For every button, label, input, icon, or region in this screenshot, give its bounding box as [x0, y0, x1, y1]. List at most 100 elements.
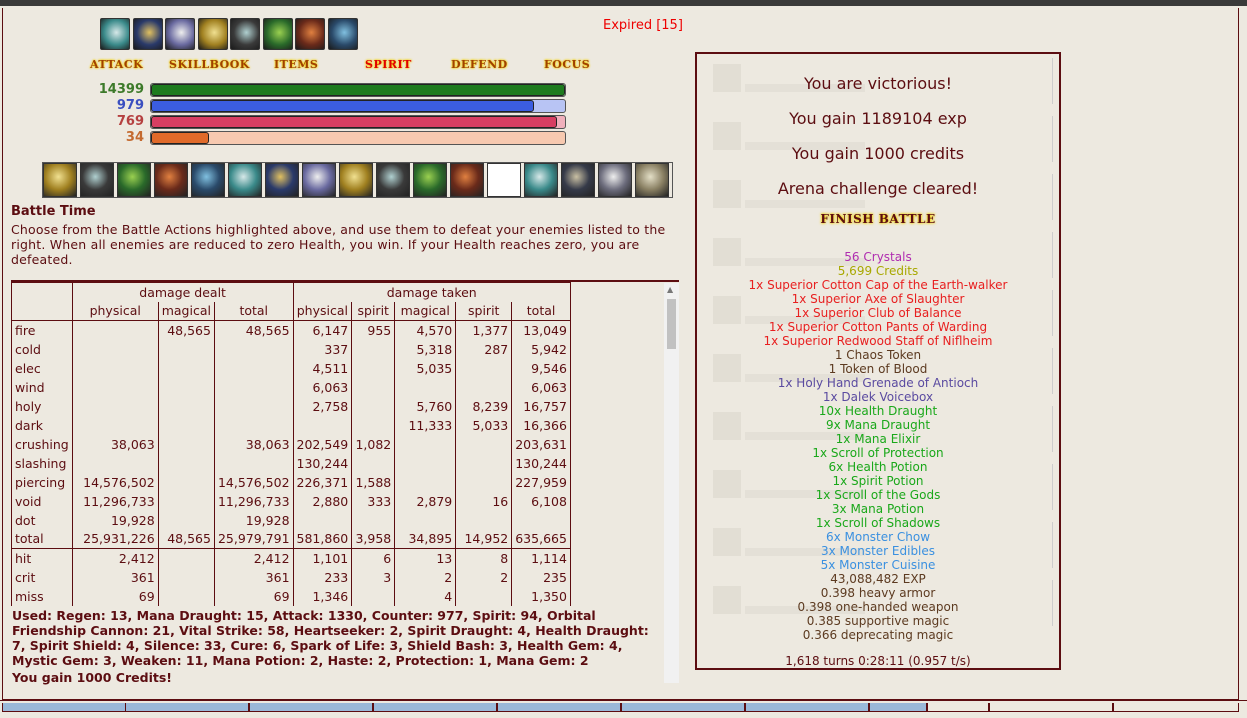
overcharge-bar — [150, 131, 566, 145]
cell: 38,063 — [71, 434, 159, 454]
regen-icon[interactable] — [100, 18, 130, 50]
cell — [213, 415, 294, 435]
cell: 635,665 — [511, 529, 571, 549]
skill-10-icon[interactable] — [376, 163, 410, 197]
drop-item: 1x Superior Cotton Cap of the Earth-walk… — [748, 278, 1008, 292]
menu-focus[interactable]: FOCUS — [544, 58, 590, 71]
skill-17-icon[interactable] — [635, 163, 669, 197]
cell: 3 — [351, 567, 395, 587]
cell: 287 — [455, 339, 512, 359]
cell: 203,631 — [511, 434, 571, 454]
cell: 235 — [511, 567, 571, 587]
haste-icon[interactable] — [197, 18, 228, 50]
cell: 48,565 — [157, 320, 215, 340]
table-row: slashing 130,244 130,244 — [11, 453, 571, 473]
cell: 16 — [455, 491, 512, 511]
cell: 130,244 — [511, 453, 571, 473]
cell: 5,760 — [394, 396, 456, 416]
spirit-value: 769 — [116, 114, 144, 129]
menu-skillbook[interactable]: SKILLBOOK — [169, 58, 250, 71]
overcharge-value: 34 — [125, 130, 144, 145]
column-header: total — [213, 301, 294, 321]
cell — [455, 453, 512, 473]
table-row: total 25,931,226 48,565 25,979,791 581,860 3,… — [11, 529, 571, 549]
skill-6-icon[interactable] — [228, 163, 262, 197]
cell — [511, 510, 571, 530]
magic-bar — [150, 99, 566, 113]
log-scrollbar[interactable]: ▲ — [664, 283, 679, 683]
cell — [213, 339, 294, 359]
cell: 6,063 — [292, 377, 352, 397]
drop-item: 0.385 supportive magic — [806, 614, 950, 628]
menu-items[interactable]: ITEMS — [274, 58, 318, 71]
menu-spirit[interactable]: SPIRIT — [365, 58, 412, 71]
table-corner — [11, 282, 73, 302]
monster-bar-ghost — [745, 200, 865, 208]
cell — [71, 339, 159, 359]
skill-2-icon[interactable] — [80, 163, 114, 197]
cell — [455, 472, 512, 492]
skill-11-icon[interactable] — [413, 163, 447, 197]
cell: 955 — [351, 320, 395, 340]
cell — [292, 510, 352, 530]
cell: 337 — [292, 339, 352, 359]
table-row: hit 2,412 2,412 1,101 6 13 8 1,114 — [11, 548, 571, 568]
drop-item: 1x Superior Cotton Pants of Warding — [768, 320, 988, 334]
cell: 4,511 — [292, 358, 352, 378]
cell — [157, 510, 215, 530]
cell: 1,350 — [511, 586, 571, 606]
skill-9-icon[interactable] — [339, 163, 373, 197]
drop-item: 0.366 deprecating magic — [802, 628, 954, 642]
table-row: cold 337 5,318 287 5,942 — [11, 339, 571, 359]
skill-3-icon[interactable] — [117, 163, 151, 197]
skill-4-icon[interactable] — [154, 163, 188, 197]
column-header: magical — [394, 301, 456, 321]
cell — [455, 358, 512, 378]
cell: 16,757 — [511, 396, 571, 416]
drop-item: 10x Health Draught — [818, 404, 938, 418]
protection-icon[interactable] — [165, 18, 195, 50]
cell — [351, 415, 395, 435]
scroll-thumb[interactable] — [667, 299, 676, 349]
drop-item: 1x Holy Hand Grenade of Antioch — [777, 376, 979, 390]
cell: 5,035 — [394, 358, 456, 378]
spark-icon[interactable] — [132, 18, 163, 50]
progress-segment — [869, 703, 927, 712]
menu-defend[interactable]: DEFEND — [451, 58, 508, 71]
absorb-icon[interactable] — [327, 18, 358, 50]
drop-list: 56 Crystals 5,699 Credits 1x Superior Cott… — [697, 250, 1059, 642]
skill-16-icon[interactable] — [598, 163, 632, 197]
cell: 69 — [71, 586, 159, 606]
cell — [157, 415, 215, 435]
spirit-shield-icon[interactable] — [262, 18, 293, 50]
victory-panel: You are victorious! You gain 1189104 exp… — [695, 52, 1061, 670]
cell: 16,366 — [511, 415, 571, 435]
skill-14-icon[interactable] — [524, 163, 558, 197]
row-label: dot — [11, 510, 73, 530]
drop-item: 6x Health Potion — [828, 460, 928, 474]
drop-item: 3x Monster Edibles — [820, 544, 936, 558]
skill-5-icon[interactable] — [191, 163, 225, 197]
shadow-veil-icon[interactable] — [230, 18, 260, 50]
progress-segment — [373, 703, 497, 712]
skill-1-icon[interactable] — [43, 163, 77, 197]
finish-battle-button[interactable]: FINISH BATTLE — [697, 212, 1059, 226]
cell: 8 — [455, 548, 512, 568]
skill-7-icon[interactable] — [265, 163, 299, 197]
cell — [351, 396, 395, 416]
cell: 48,565 — [157, 529, 215, 549]
cell: 333 — [351, 491, 395, 511]
magic-bar-fill — [151, 100, 534, 112]
scroll-up-icon[interactable]: ▲ — [667, 285, 673, 294]
cell — [213, 453, 294, 473]
skill-8-icon[interactable] — [302, 163, 336, 197]
menu-attack[interactable]: ATTACK — [90, 58, 143, 71]
cell: 1,114 — [511, 548, 571, 568]
table-row: elec 4,511 5,035 9,546 — [11, 358, 571, 378]
skill-empty-icon[interactable] — [487, 163, 521, 197]
spirit-bar-fill — [151, 116, 557, 128]
cell: 1,082 — [351, 434, 395, 454]
skill-15-icon[interactable] — [561, 163, 595, 197]
heartseeker-icon[interactable] — [295, 18, 325, 50]
skill-12-icon[interactable] — [450, 163, 484, 197]
